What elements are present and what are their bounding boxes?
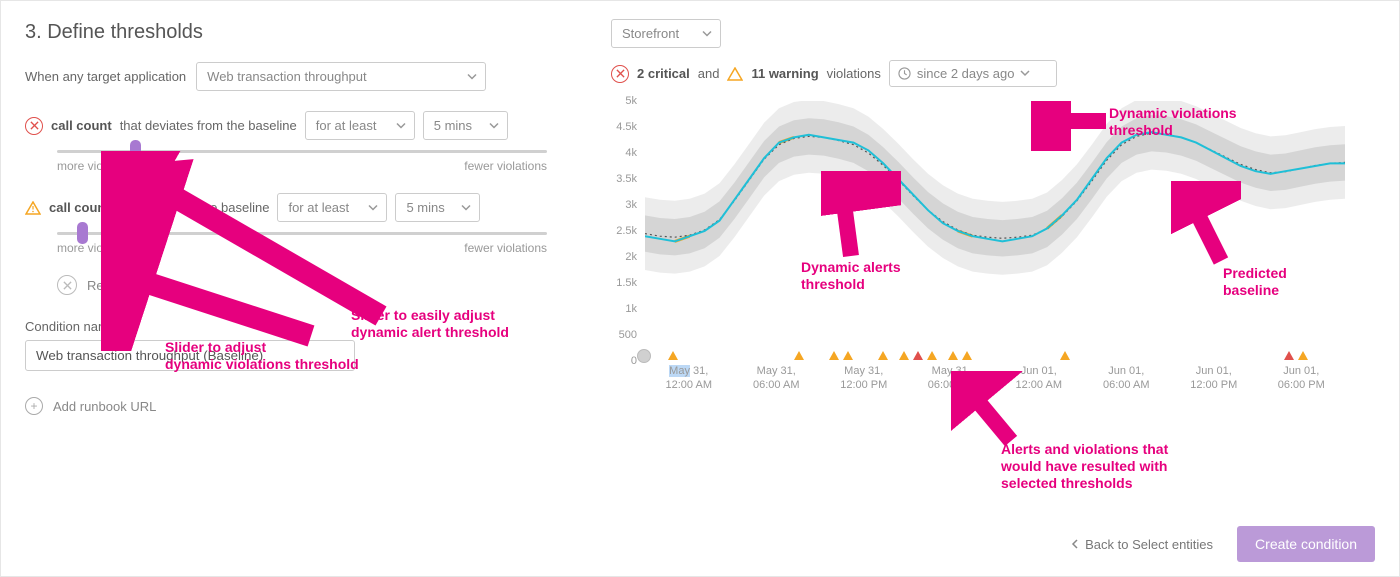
critical-threshold-slider[interactable]	[57, 150, 547, 153]
add-runbook-button[interactable]: + Add runbook URL	[25, 397, 547, 415]
critical-duration-value-select[interactable]: 5 mins	[423, 111, 508, 140]
when-label: When any target application	[25, 69, 186, 84]
warning-icon	[727, 67, 743, 81]
annotation-dyn-alerts: Dynamic alerts threshold	[801, 259, 901, 293]
section-title: 3. Define thresholds	[25, 21, 547, 44]
slider-label-more: more violations	[57, 159, 138, 173]
warning-condition-text: deviates from the baseline	[118, 200, 270, 215]
critical-condition-text: that deviates from the baseline	[120, 118, 297, 133]
chevron-down-icon	[702, 26, 712, 41]
warning-duration-mode-select[interactable]: for at least	[277, 193, 387, 222]
slider-label-fewer: fewer violations	[464, 159, 547, 173]
slider-label-more: more violations	[57, 241, 138, 255]
critical-duration-mode-select[interactable]: for at least	[305, 111, 415, 140]
metric-select[interactable]: Web transaction throughput	[196, 62, 486, 91]
annotation-slider-alerts: Slider to easily adjust dynamic alert th…	[351, 307, 509, 341]
warning-metric-name: call count	[49, 200, 110, 215]
entity-select[interactable]: Storefront	[611, 19, 721, 48]
chart-x-axis: May 31,12:00 AMMay 31,06:00 AMMay 31,12:…	[645, 365, 1345, 393]
baseline-chart: 5k4.5k4k3.5k3k2.5k2k1.5k1k5000 May 31,12…	[611, 101, 1351, 401]
slider-thumb[interactable]	[130, 140, 141, 162]
warning-threshold-slider[interactable]	[57, 232, 547, 235]
slider-thumb[interactable]	[77, 222, 88, 244]
warning-icon	[25, 201, 41, 215]
annotation-dyn-violations: Dynamic violations threshold	[1109, 105, 1237, 139]
metric-select-value: Web transaction throughput	[207, 69, 366, 84]
violation-markers	[645, 351, 1345, 365]
warning-count: 11 warning	[751, 66, 818, 81]
clock-icon	[898, 67, 911, 80]
chevron-down-icon	[489, 118, 499, 133]
time-range-select[interactable]: since 2 days ago	[889, 60, 1058, 87]
close-icon	[57, 275, 77, 295]
critical-count: 2 critical	[637, 66, 690, 81]
chart-y-axis: 5k4.5k4k3.5k3k2.5k2k1.5k1k5000	[607, 101, 641, 361]
back-link[interactable]: Back to Select entities	[1071, 537, 1213, 552]
annotation-markers: Alerts and violations that would have re…	[1001, 441, 1168, 491]
annotation-slider-violations: Slider to adjust dynamic violations thre…	[165, 339, 359, 373]
plus-icon: +	[25, 397, 43, 415]
chevron-down-icon	[396, 118, 406, 133]
chart-canvas	[645, 101, 1345, 361]
remove-button[interactable]: Remove	[57, 275, 547, 295]
chevron-down-icon	[368, 200, 378, 215]
chevron-down-icon	[1020, 66, 1030, 81]
create-condition-button[interactable]: Create condition	[1237, 526, 1375, 562]
violations-summary: 2 critical and 11 warning violations sin…	[611, 60, 1375, 87]
chevron-left-icon	[1071, 539, 1079, 549]
critical-icon	[25, 117, 43, 135]
chevron-down-icon	[467, 69, 477, 84]
annotation-predicted: Predicted baseline	[1223, 265, 1287, 299]
warning-duration-value-select[interactable]: 5 mins	[395, 193, 480, 222]
chevron-down-icon	[461, 200, 471, 215]
slider-label-fewer: fewer violations	[464, 241, 547, 255]
critical-icon	[611, 65, 629, 83]
critical-metric-name: call count	[51, 118, 112, 133]
